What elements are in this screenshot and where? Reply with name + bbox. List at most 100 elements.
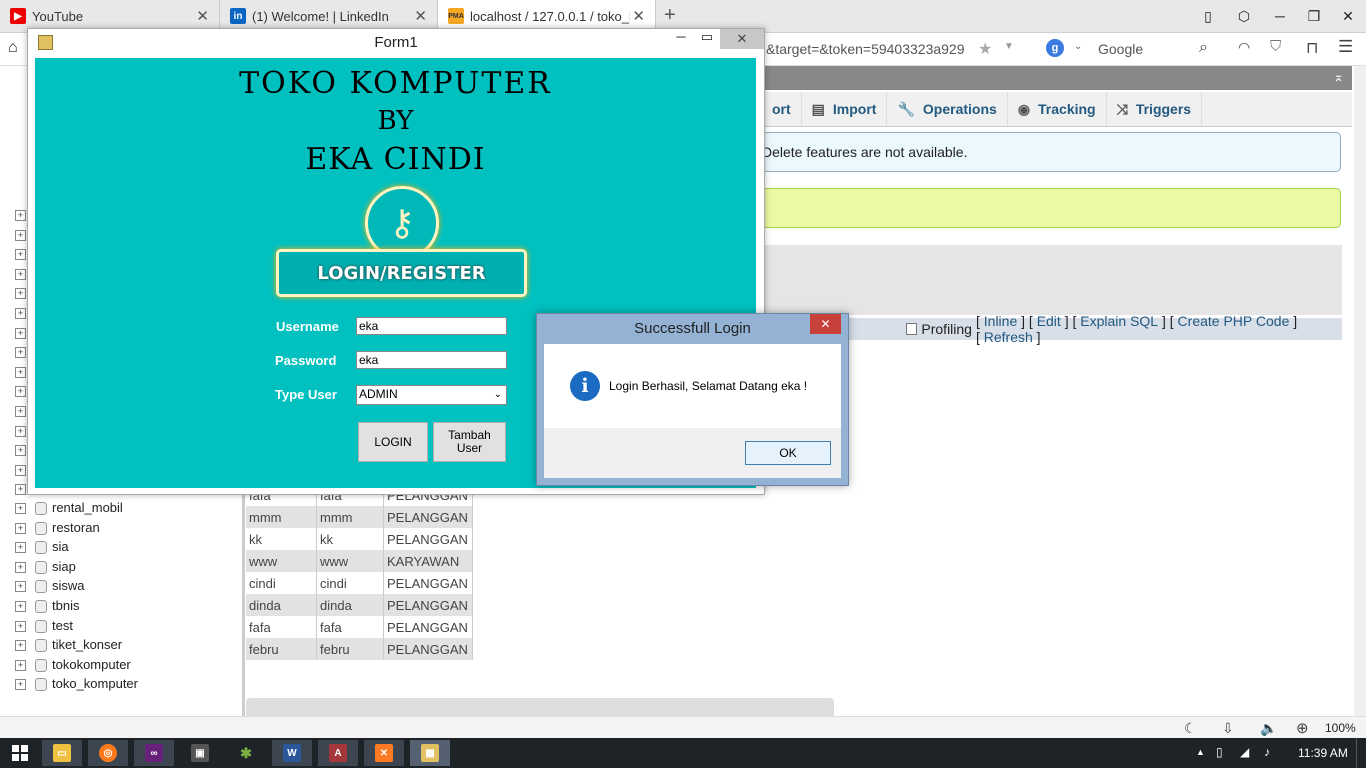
star-icon[interactable]: ★: [978, 39, 992, 59]
shield-icon[interactable]: ⛉: [1270, 38, 1281, 55]
sidebar-item-database[interactable]: sia: [52, 539, 69, 554]
inline-link[interactable]: Inline: [984, 313, 1017, 329]
taskbar-word[interactable]: W: [272, 740, 312, 766]
taskbar-explorer[interactable]: ▭: [42, 740, 82, 766]
expand-icon[interactable]: +: [15, 503, 26, 514]
expand-icon[interactable]: +: [15, 288, 26, 300]
expand-icon[interactable]: +: [15, 425, 26, 437]
expand-icon[interactable]: +: [15, 620, 26, 632]
wifi-icon[interactable]: ◠: [1238, 39, 1250, 56]
zoom-icon[interactable]: ⊕: [1296, 719, 1309, 737]
volume-icon[interactable]: 🔈: [1260, 720, 1277, 737]
tray-signal-icon[interactable]: ◢: [1240, 745, 1249, 759]
tab-operations[interactable]: 🔧 Operations: [887, 92, 1008, 126]
expand-icon[interactable]: +: [15, 445, 26, 457]
typeuser-select[interactable]: ADMIN ⌄: [356, 385, 507, 405]
dropdown-icon[interactable]: ▼: [1004, 41, 1014, 52]
taskbar-xampp[interactable]: ✕: [364, 740, 404, 766]
tab-import[interactable]: ▤ Import: [802, 92, 888, 126]
sidebar-item-database[interactable]: siswa: [52, 578, 85, 593]
scrollbar[interactable]: [1354, 66, 1366, 716]
expand-icon[interactable]: +: [15, 366, 26, 378]
expand-icon[interactable]: +: [15, 561, 26, 573]
sidebar-item-database[interactable]: tiket_konser: [52, 637, 122, 652]
sidebar-item-database[interactable]: toko_komputer: [52, 676, 138, 691]
sidebar-item-database[interactable]: restoran: [52, 520, 100, 535]
moon-icon[interactable]: ☾: [1184, 720, 1197, 737]
expand-icon[interactable]: +: [15, 601, 26, 612]
password-input[interactable]: eka: [356, 351, 507, 369]
expand-icon[interactable]: +: [15, 268, 26, 280]
expand-icon[interactable]: +: [15, 484, 26, 496]
expand-icon[interactable]: +: [15, 522, 26, 534]
minimize-icon[interactable]: ─: [1262, 0, 1298, 32]
tray-chevron-icon[interactable]: ▲: [1196, 747, 1205, 757]
menu-icon[interactable]: ☰: [1338, 37, 1353, 57]
taskbar-browser[interactable]: ◎: [88, 740, 128, 766]
expand-icon[interactable]: +: [15, 386, 26, 398]
maximize-icon[interactable]: ▭: [694, 29, 720, 49]
taskbar-visual-studio[interactable]: ∞: [134, 740, 174, 766]
expand-icon[interactable]: +: [15, 308, 26, 319]
home-icon[interactable]: ⌂: [8, 39, 18, 57]
expand-icon[interactable]: +: [15, 406, 26, 417]
sidebar-item-database[interactable]: tokokomputer: [52, 657, 131, 672]
tray-volume-icon[interactable]: ♪: [1264, 745, 1270, 759]
show-desktop-button[interactable]: [1356, 738, 1366, 768]
taskbar-android[interactable]: ✱: [226, 740, 266, 766]
expand-icon[interactable]: +: [15, 581, 26, 593]
profiling-checkbox[interactable]: [906, 323, 918, 335]
collapse-icon[interactable]: ⌅: [1333, 69, 1344, 85]
login-button[interactable]: LOGIN: [358, 422, 428, 462]
create-php-link[interactable]: Create PHP Code: [1178, 313, 1290, 329]
close-icon[interactable]: ✕: [720, 29, 764, 49]
search-engine-label[interactable]: Google: [1098, 41, 1143, 57]
table-row[interactable]: www www KARYAWAN: [246, 550, 473, 572]
chevron-down-icon[interactable]: ⌄: [1074, 41, 1082, 52]
sidebar-item-database[interactable]: siap: [52, 559, 76, 574]
username-input[interactable]: eka: [356, 317, 507, 335]
tray-network-icon[interactable]: ▯: [1216, 745, 1223, 759]
download-icon[interactable]: ⇩: [1222, 720, 1234, 737]
tab-triggers[interactable]: ⤨ Triggers: [1107, 92, 1203, 126]
expand-icon[interactable]: +: [15, 679, 26, 691]
tab-tracking[interactable]: ◉ Tracking: [1008, 92, 1107, 126]
maximize-icon[interactable]: ❐: [1296, 0, 1332, 32]
refresh-link[interactable]: Refresh: [984, 329, 1033, 345]
close-icon[interactable]: ✕: [810, 314, 841, 334]
expand-icon[interactable]: +: [15, 347, 26, 359]
table-row[interactable]: dinda dinda PELANGGAN: [246, 594, 473, 616]
expand-icon[interactable]: +: [15, 659, 26, 671]
expand-icon[interactable]: +: [15, 229, 26, 241]
windows-start-icon[interactable]: [12, 745, 28, 761]
expand-icon[interactable]: +: [15, 640, 26, 652]
new-tab-button[interactable]: +: [664, 4, 676, 27]
expand-icon[interactable]: +: [15, 464, 26, 476]
sidebar-item-database[interactable]: tbnis: [52, 598, 79, 613]
sidebar-item-database[interactable]: rental_mobil: [52, 500, 123, 515]
url-field[interactable]: &target=&token=59403323a929: [766, 41, 972, 57]
taskbar-access[interactable]: A: [318, 740, 358, 766]
close-window-icon[interactable]: ✕: [1330, 0, 1366, 32]
ok-button[interactable]: OK: [745, 441, 831, 465]
bookmark-icon[interactable]: ⊓: [1306, 38, 1318, 58]
search-icon[interactable]: ⌕: [1199, 39, 1208, 57]
tab-export[interactable]: ort: [762, 92, 802, 126]
clock[interactable]: 11:39 AM: [1298, 746, 1348, 760]
explain-sql-link[interactable]: Explain SQL: [1080, 313, 1158, 329]
taskbar-app[interactable]: ▣: [180, 740, 220, 766]
close-icon[interactable]: ✕: [196, 7, 209, 25]
expand-icon[interactable]: +: [15, 249, 26, 261]
table-row[interactable]: fafa fafa PELANGGAN: [246, 616, 473, 638]
edit-link[interactable]: Edit: [1037, 313, 1061, 329]
tab-list-icon[interactable]: ▯: [1190, 0, 1226, 32]
minimize-icon[interactable]: ─: [668, 29, 694, 49]
close-icon[interactable]: ✕: [632, 7, 645, 25]
taskbar-form-app[interactable]: ▦: [410, 740, 450, 766]
table-row[interactable]: febru febru PELANGGAN: [246, 638, 473, 660]
add-user-button[interactable]: Tambah User: [433, 422, 506, 462]
google-icon[interactable]: g: [1046, 39, 1064, 57]
close-icon[interactable]: ✕: [414, 7, 427, 25]
expand-icon[interactable]: +: [15, 327, 26, 339]
table-row[interactable]: cindi cindi PELANGGAN: [246, 572, 473, 594]
